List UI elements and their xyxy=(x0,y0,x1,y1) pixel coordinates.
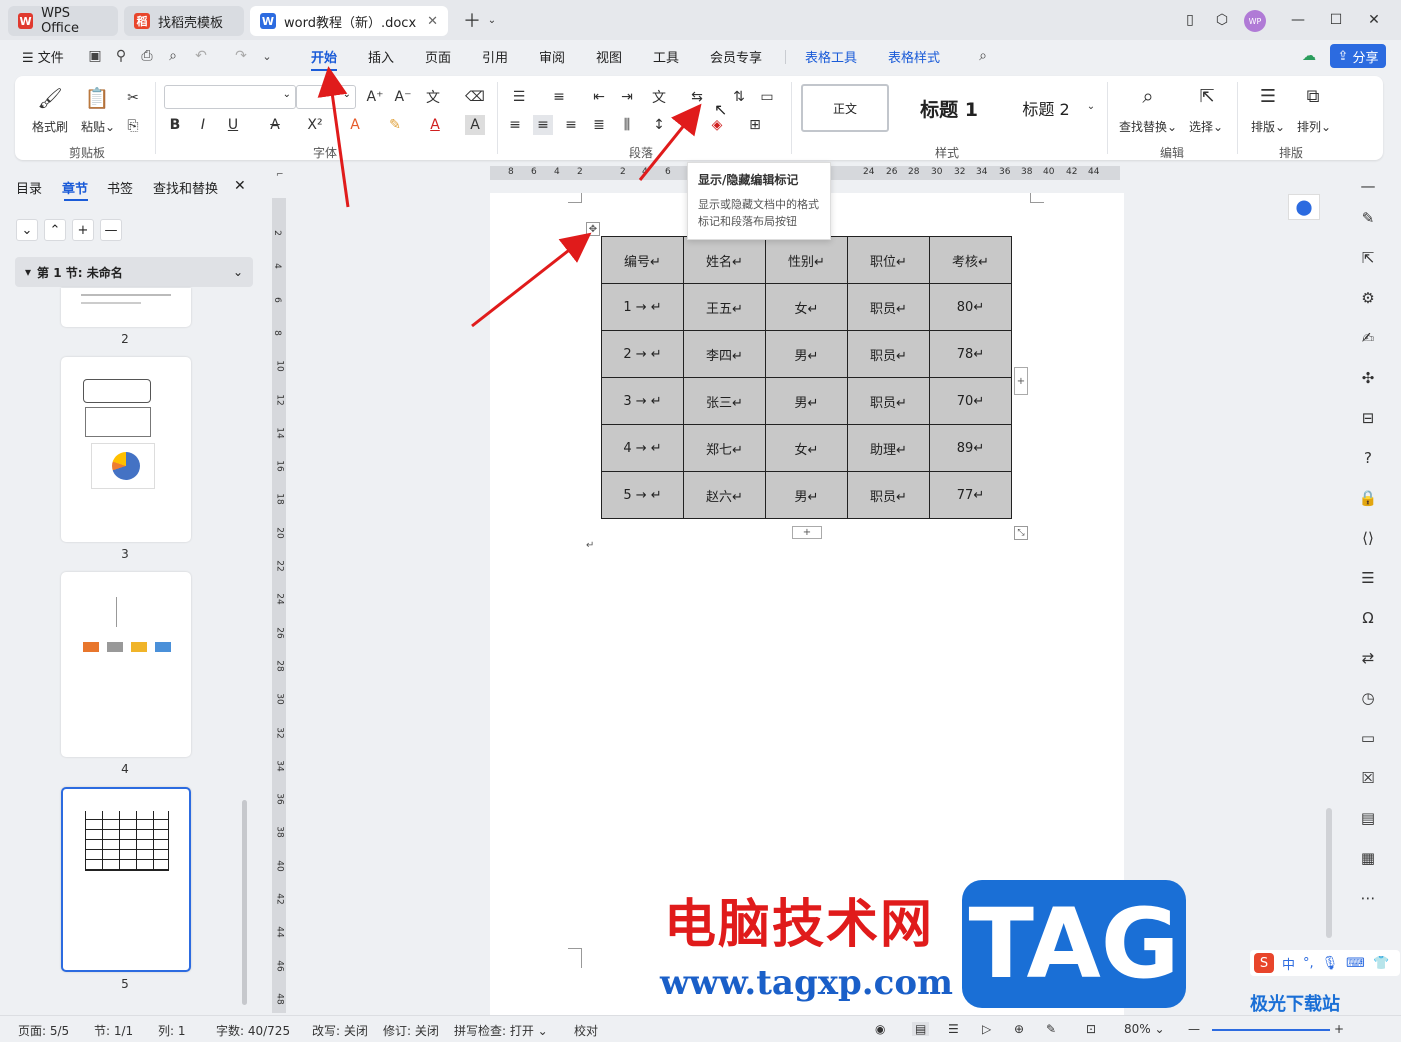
spell-check-label: 拼写检查: 打开 xyxy=(454,1024,534,1038)
status-proofread[interactable]: 校对 xyxy=(574,1022,598,1039)
status-column[interactable]: 列: 1 xyxy=(158,1022,186,1039)
arrow-to-table-handle xyxy=(471,232,592,328)
collapse-bar-icon[interactable]: — xyxy=(1357,175,1379,197)
play-icon[interactable]: ▷ xyxy=(982,1022,991,1036)
ai-writing-icon[interactable]: ✍ xyxy=(1357,327,1379,349)
keyboard-icon[interactable]: ⌨ xyxy=(1346,956,1365,971)
file-image-icon[interactable]: ▤ xyxy=(1357,807,1379,829)
magic-tools-icon[interactable]: ✣ xyxy=(1357,367,1379,389)
watermark-tag-logo: TAG xyxy=(962,880,1186,1008)
status-track-changes[interactable]: 修订: 关闭 xyxy=(383,1022,439,1039)
watermark-jiguang: 极光下载站 xyxy=(1250,994,1340,1015)
help-icon[interactable]: ? xyxy=(1357,447,1379,469)
pen-mode-icon[interactable]: ✎ xyxy=(1046,1022,1056,1036)
web-view-icon[interactable]: ⊕ xyxy=(1014,1022,1024,1036)
location-pin-icon[interactable]: ⬤ xyxy=(1288,194,1320,220)
status-bar: 页面: 5/5 节: 1/1 列: 1 字数: 40/725 改写: 关闭 修订… xyxy=(0,1015,1401,1042)
more-icon[interactable]: ⋯ xyxy=(1357,887,1379,909)
omega-symbol-icon[interactable]: Ω xyxy=(1357,607,1379,629)
right-sidebar: — ✎ ⇱ ⚙ ✍ ✣ ⊟ ? 🔒 ⟨⟩ ☰ Ω ⇄ ◷ ▭ ☒ ▤ ▦ ⋯ xyxy=(1343,165,1401,1015)
ime-toolbar[interactable]: S 中 °, 🎙 ⌨ 👕 xyxy=(1250,950,1400,976)
status-spell-check[interactable]: 拼写检查: 打开 ⌄ xyxy=(454,1022,548,1039)
status-page[interactable]: 页面: 5/5 xyxy=(18,1022,69,1039)
zoom-out-icon[interactable]: — xyxy=(1188,1022,1200,1036)
sogou-logo-icon: S xyxy=(1254,953,1274,973)
file-search-icon[interactable]: ▦ xyxy=(1357,847,1379,869)
outline-icon[interactable]: ☰ xyxy=(1357,567,1379,589)
zoom-in-icon[interactable]: + xyxy=(1334,1022,1344,1036)
zoom-slider[interactable] xyxy=(1212,1029,1330,1031)
lock-icon[interactable]: 🔒 xyxy=(1357,487,1379,509)
status-section[interactable]: 节: 1/1 xyxy=(94,1022,133,1039)
code-icon[interactable]: ⟨⟩ xyxy=(1357,527,1379,549)
punctuation-icon[interactable]: °, xyxy=(1303,956,1314,971)
translate-icon[interactable]: ⇄ xyxy=(1357,647,1379,669)
zoom-value: 80% xyxy=(1124,1022,1151,1036)
page-view-icon[interactable]: ▤ xyxy=(912,1022,930,1036)
pen-edit-icon[interactable]: ✎ xyxy=(1357,207,1379,229)
zoom-level[interactable]: 80% ⌄ xyxy=(1124,1022,1165,1036)
ime-mode-label[interactable]: 中 xyxy=(1282,954,1295,973)
book-icon[interactable]: ⊟ xyxy=(1357,407,1379,429)
watermark-url: www.tagxp.com xyxy=(660,963,953,1003)
history-icon[interactable]: ◷ xyxy=(1357,687,1379,709)
watermark-cn-text: 电脑技术网 xyxy=(664,895,935,955)
arrow-to-marks-button xyxy=(638,103,702,181)
folder-star-icon[interactable]: ▭ xyxy=(1357,727,1379,749)
sliders-icon[interactable]: ⚙ xyxy=(1357,287,1379,309)
arrow-to-home-tab xyxy=(317,66,350,208)
outline-view-icon[interactable]: ☰ xyxy=(948,1022,959,1036)
document-scrollbar[interactable] xyxy=(1326,808,1332,938)
microphone-icon[interactable]: 🎙 xyxy=(1322,956,1339,971)
shirt-skin-icon[interactable]: 👕 xyxy=(1373,956,1389,971)
status-overwrite[interactable]: 改写: 关闭 xyxy=(312,1022,368,1039)
close-box-icon[interactable]: ☒ xyxy=(1357,767,1379,789)
status-word-count[interactable]: 字数: 40/725 xyxy=(216,1022,290,1039)
pointer-select-icon[interactable]: ⇱ xyxy=(1357,247,1379,269)
fit-page-icon[interactable]: ⊡ xyxy=(1086,1022,1096,1036)
eye-protect-icon[interactable]: ◉ xyxy=(875,1022,885,1036)
